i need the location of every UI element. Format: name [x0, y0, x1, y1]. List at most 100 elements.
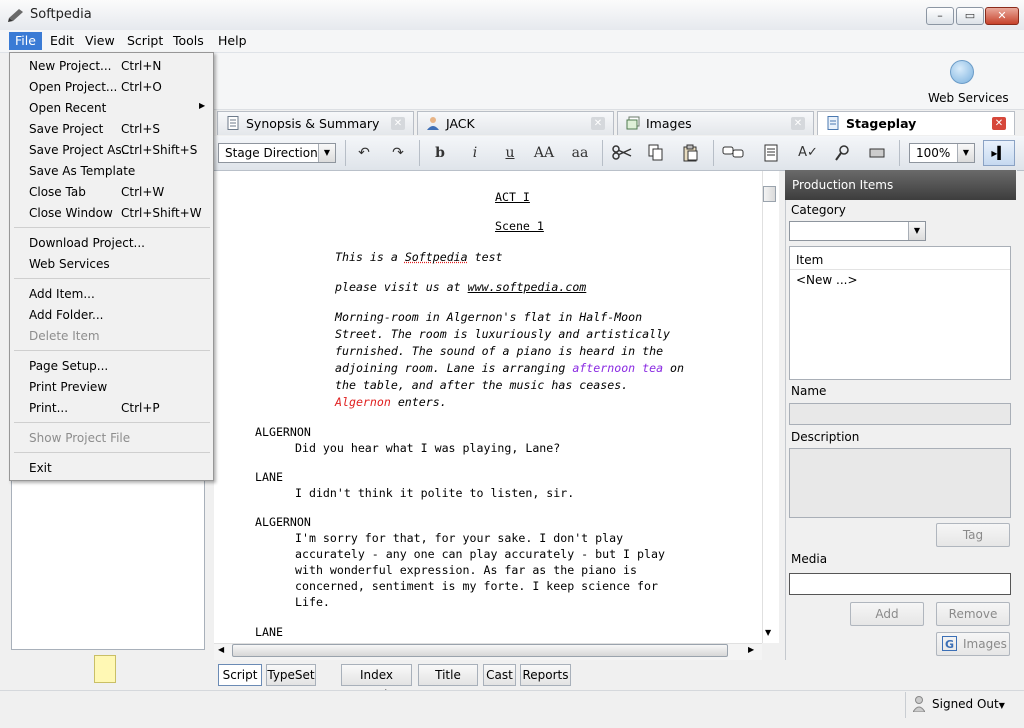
- stage-direction: This is a Softpedia test: [335, 249, 503, 266]
- scroll-right-icon[interactable]: ▶: [748, 645, 754, 654]
- menu-help[interactable]: Help: [212, 32, 253, 50]
- dialogue-line: I didn't think it polite to listen, sir.: [295, 485, 574, 502]
- vertical-scrollbar[interactable]: [762, 171, 779, 643]
- stage-direction: please visit us at www.softpedia.com: [335, 279, 586, 296]
- menu-item-close-window[interactable]: Close Window: [29, 204, 113, 222]
- close-tab-icon[interactable]: ✕: [791, 117, 805, 130]
- media-field[interactable]: [789, 573, 1011, 595]
- tab-images[interactable]: Images ✕: [617, 111, 814, 135]
- tag-button[interactable]: Tag: [936, 523, 1010, 547]
- card-icon[interactable]: [869, 147, 885, 159]
- menu-item-save-project-as[interactable]: Save Project As...: [29, 141, 133, 159]
- menu-item-exit[interactable]: Exit: [29, 459, 52, 477]
- notepad-icon[interactable]: [94, 655, 116, 683]
- stage-direction: Street. The room is luxuriously and arti…: [335, 326, 670, 343]
- menu-item-close-tab[interactable]: Close Tab: [29, 183, 86, 201]
- status-bar: [0, 690, 1024, 728]
- description-field[interactable]: [789, 448, 1011, 518]
- menu-item-page-setup[interactable]: Page Setup...: [29, 357, 108, 375]
- zoom-select[interactable]: 100% ▼: [909, 143, 975, 163]
- scissors-icon[interactable]: [612, 145, 632, 161]
- images-button[interactable]: G Images: [936, 632, 1010, 656]
- tab-synopsis[interactable]: Synopsis & Summary ✕: [217, 111, 414, 135]
- dialogue-icon[interactable]: [722, 146, 744, 160]
- menu-script[interactable]: Script: [121, 32, 169, 50]
- menu-item-new-project[interactable]: New Project...: [29, 57, 112, 75]
- menu-shortcut: Ctrl+W: [121, 183, 164, 201]
- name-label: Name: [791, 384, 826, 398]
- script-page-icon: [826, 116, 840, 130]
- page-icon[interactable]: [764, 144, 778, 162]
- images-button-label: Images: [963, 637, 1007, 651]
- category-select[interactable]: ▼: [789, 221, 926, 241]
- menu-item-add-folder[interactable]: Add Folder...: [29, 306, 103, 324]
- google-icon: G: [942, 636, 957, 651]
- tab-title-page-view[interactable]: Title Page: [418, 664, 478, 686]
- menu-item-open-project[interactable]: Open Project...: [29, 78, 117, 96]
- horizontal-scroll-thumb[interactable]: [232, 644, 728, 657]
- menu-item-web-services[interactable]: Web Services: [29, 255, 110, 273]
- vertical-scroll-thumb[interactable]: [763, 186, 776, 202]
- name-field[interactable]: [789, 403, 1011, 425]
- menu-shortcut: Ctrl+Shift+S: [121, 141, 197, 159]
- close-tab-icon[interactable]: ✕: [391, 117, 405, 130]
- uppercase-button[interactable]: AA: [531, 143, 557, 163]
- tab-reports-view[interactable]: Reports: [520, 664, 571, 686]
- category-label: Category: [791, 203, 846, 217]
- copy-icon[interactable]: [648, 144, 664, 162]
- chevron-down-icon: ▼: [908, 222, 925, 240]
- list-item[interactable]: <New ...>: [796, 273, 858, 287]
- tab-stageplay[interactable]: Stageplay ✕: [817, 111, 1015, 135]
- project-navigator[interactable]: [11, 476, 205, 650]
- menu-file[interactable]: File: [9, 32, 42, 50]
- dialogue-line: I'm sorry for that, for your sake. I don…: [295, 530, 623, 547]
- menu-view[interactable]: View: [79, 32, 121, 50]
- spellcheck-icon[interactable]: A✓: [796, 143, 820, 163]
- underline-button[interactable]: u: [500, 143, 520, 163]
- redo-button[interactable]: ↷: [388, 143, 408, 163]
- tab-cast-view[interactable]: Cast: [483, 664, 516, 686]
- close-tab-icon[interactable]: ✕: [992, 117, 1006, 130]
- act-heading: ACT I: [495, 189, 530, 206]
- scroll-down-icon[interactable]: ▼: [765, 628, 771, 637]
- undo-button[interactable]: ↶: [354, 143, 374, 163]
- menu-item-open-recent[interactable]: Open Recent: [29, 99, 106, 117]
- globe-icon[interactable]: [950, 60, 974, 84]
- menu-item-add-item[interactable]: Add Item...: [29, 285, 95, 303]
- scroll-left-icon[interactable]: ◀: [218, 645, 224, 654]
- menu-item-show-project-file: Show Project File: [29, 429, 130, 447]
- maximize-button[interactable]: ▭: [956, 7, 984, 25]
- tab-typeset-view[interactable]: TypeSet: [266, 664, 316, 686]
- bold-button[interactable]: b: [430, 143, 450, 163]
- images-icon: [626, 116, 640, 130]
- close-tab-icon[interactable]: ✕: [591, 117, 605, 130]
- menu-item-delete-item: Delete Item: [29, 327, 100, 345]
- account-status-button[interactable]: Signed Out▼: [932, 697, 1005, 711]
- remove-button[interactable]: Remove: [936, 602, 1010, 626]
- add-button[interactable]: Add: [850, 602, 924, 626]
- lowercase-button[interactable]: aa: [567, 143, 593, 163]
- element-type-select[interactable]: Stage Direction ▼: [218, 143, 336, 163]
- paste-icon[interactable]: [683, 144, 699, 162]
- toggle-panel-button[interactable]: ▸▍: [983, 140, 1015, 166]
- tab-jack[interactable]: JACK ✕: [417, 111, 614, 135]
- tab-script-view[interactable]: Script: [218, 664, 262, 686]
- minimize-button[interactable]: –: [926, 7, 954, 25]
- menu-edit[interactable]: Edit: [44, 32, 80, 50]
- menu-item-print[interactable]: Print...: [29, 399, 68, 417]
- web-services-button[interactable]: Web Services: [928, 91, 1009, 105]
- menu-item-save-project[interactable]: Save Project: [29, 120, 103, 138]
- window-title: Softpedia: [30, 7, 92, 22]
- italic-button[interactable]: i: [465, 143, 485, 163]
- user-icon: [913, 696, 925, 712]
- menu-tools[interactable]: Tools: [167, 32, 210, 50]
- script-editor[interactable]: ACT I Scene 1 This is a Softpedia test p…: [214, 171, 762, 643]
- menu-item-print-preview[interactable]: Print Preview: [29, 378, 107, 396]
- tab-index-cards-view[interactable]: Index Cards: [341, 664, 412, 686]
- menu-item-save-as-template[interactable]: Save As Template: [29, 162, 135, 180]
- close-button[interactable]: ✕: [985, 7, 1019, 25]
- dialogue-line: Did you hear what I was playing, Lane?: [295, 440, 560, 457]
- item-header-label: Item: [796, 253, 823, 267]
- menu-item-download-project[interactable]: Download Project...: [29, 234, 145, 252]
- search-icon[interactable]: [834, 144, 850, 162]
